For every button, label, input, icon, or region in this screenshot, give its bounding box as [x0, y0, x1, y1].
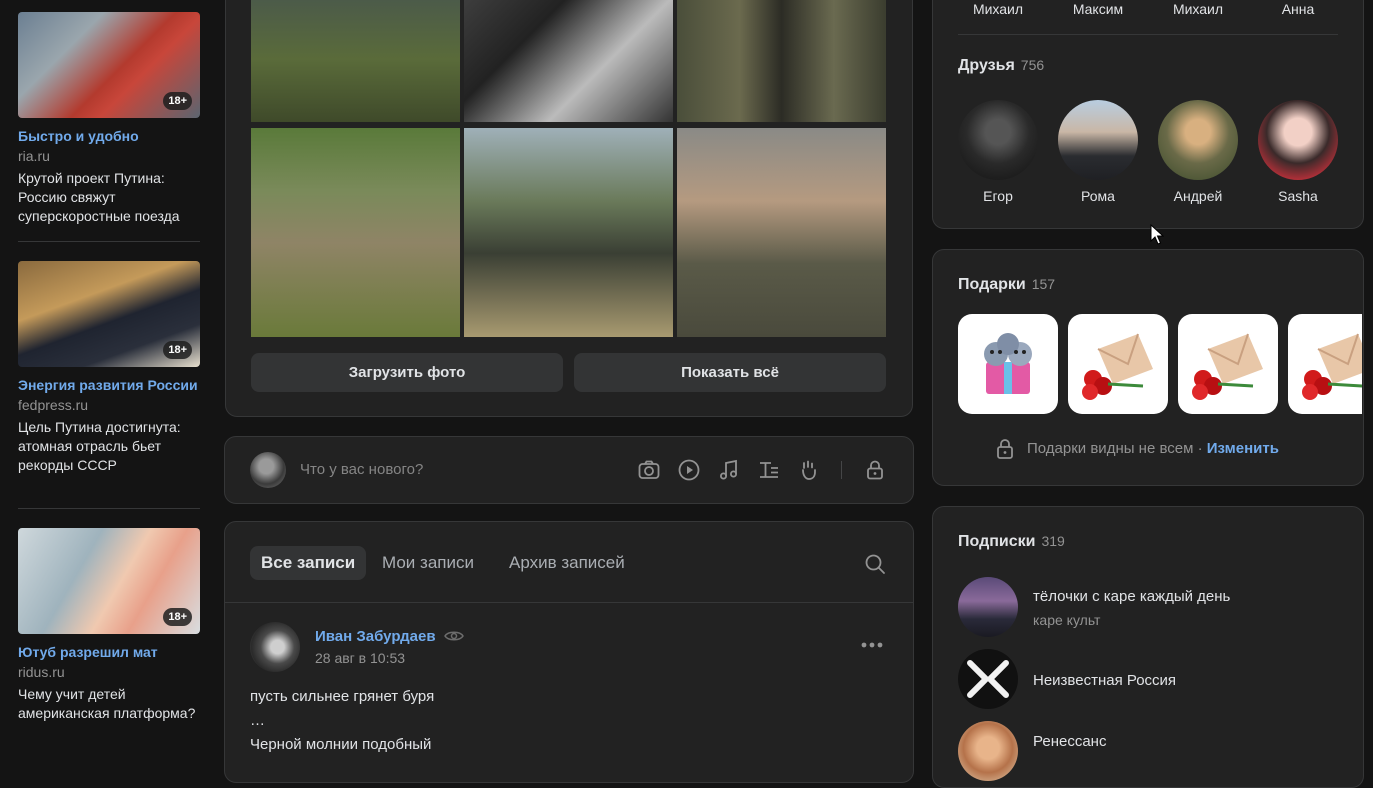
post-composer: Что у вас нового?: [224, 436, 914, 504]
post-author-name[interactable]: Иван Забурдаев: [315, 628, 436, 645]
friends-count: 756: [1020, 57, 1045, 73]
wall-card: Все записи Мои записи Архив записей Иван…: [224, 521, 914, 783]
gift-item[interactable]: [1068, 314, 1168, 414]
subscription-avatar[interactable]: [958, 721, 1018, 781]
news-title[interactable]: Быстро и удобно: [18, 127, 200, 146]
video-icon[interactable]: [677, 458, 701, 482]
divider: [18, 508, 200, 509]
friend-name[interactable]: Анна: [1248, 1, 1348, 17]
news-title[interactable]: Энергия развития России: [18, 376, 200, 395]
age-badge: 18+: [163, 92, 192, 110]
post-line: пусть сильнее грянет буря: [250, 688, 435, 705]
news-source: ridus.ru: [18, 664, 65, 680]
section-title[interactable]: Подписки: [958, 533, 1035, 550]
section-title[interactable]: Друзья: [958, 57, 1015, 74]
friend-name[interactable]: Sasha: [1248, 188, 1348, 204]
lock-icon[interactable]: [863, 458, 887, 482]
gift-envelope-icon: [1082, 333, 1153, 400]
subscriptions-card: Подписки 319 тёлочки с каре каждый день к…: [932, 506, 1364, 788]
gift-item[interactable]: [1178, 314, 1278, 414]
friends-title[interactable]: Друзья 756: [958, 57, 1044, 75]
divider: [225, 602, 913, 603]
photo-thumbnail[interactable]: [464, 128, 673, 337]
age-badge: 18+: [163, 341, 192, 359]
news-item[interactable]: 18+ Ютуб разрешил мат ridus.ru Чему учит…: [18, 528, 200, 723]
friend-avatar[interactable]: [1258, 100, 1338, 180]
news-text[interactable]: Крутой проект Путина: Россию свяжут супе…: [18, 169, 200, 226]
news-source: ria.ru: [18, 148, 50, 164]
friend-avatar[interactable]: [1158, 100, 1238, 180]
friend-name[interactable]: Максим: [1048, 1, 1148, 17]
subscription-name[interactable]: тёлочки с каре каждый день: [1033, 588, 1230, 605]
subscription-name[interactable]: Неизвестная Россия: [1033, 672, 1176, 689]
friend-name[interactable]: Рома: [1048, 188, 1148, 204]
photo-thumbnail[interactable]: [464, 0, 673, 122]
gift-item[interactable]: [958, 314, 1058, 414]
gift-envelope-icon: [1302, 333, 1362, 400]
subscription-avatar[interactable]: [958, 577, 1018, 637]
gifts-note-text: Подарки видны не всем ·: [1027, 440, 1203, 457]
show-all-button[interactable]: Показать всё: [574, 353, 886, 392]
post-line: Черной молнии подобный: [250, 736, 432, 753]
gift-item[interactable]: [1288, 314, 1362, 414]
tab-my-posts[interactable]: Мои записи: [371, 546, 485, 580]
friend-name[interactable]: Егор: [948, 188, 1048, 204]
friend-name[interactable]: Андрей: [1148, 188, 1248, 204]
news-image[interactable]: 18+: [18, 261, 200, 367]
photo-thumbnail[interactable]: [251, 128, 460, 337]
composer-input[interactable]: Что у вас нового?: [300, 461, 423, 478]
age-badge: 18+: [163, 608, 192, 626]
tab-all-posts[interactable]: Все записи: [250, 546, 367, 580]
post-author[interactable]: Иван Забурдаев: [315, 628, 464, 645]
friend-name[interactable]: Михаил: [1148, 1, 1248, 17]
post-line: …: [250, 712, 265, 729]
avatar[interactable]: [250, 622, 300, 672]
eye-icon: [443, 631, 464, 641]
change-link[interactable]: Изменить: [1207, 440, 1279, 457]
divider: [18, 241, 200, 242]
news-item[interactable]: 18+ Быстро и удобно ria.ru Крутой проект…: [18, 12, 200, 226]
subscription-avatar[interactable]: [958, 649, 1018, 709]
gift-envelope-icon: [1192, 333, 1263, 400]
news-text[interactable]: Цель Путина достигнута: атомная отрасль …: [18, 418, 200, 475]
news-title[interactable]: Ютуб разрешил мат: [18, 643, 200, 662]
news-image[interactable]: 18+: [18, 12, 200, 118]
subscriptions-count: 319: [1041, 533, 1065, 549]
post-date[interactable]: 28 авг в 10:53: [315, 650, 405, 666]
subscription-desc: каре культ: [1033, 612, 1101, 628]
photo-thumbnail[interactable]: [251, 0, 460, 122]
avatar[interactable]: [250, 452, 286, 488]
subscriptions-title[interactable]: Подписки 319: [958, 533, 1065, 551]
gift-cats-icon: [984, 333, 1032, 394]
upload-photo-button[interactable]: Загрузить фото: [251, 353, 563, 392]
divider: [841, 461, 842, 479]
friend-avatar[interactable]: [958, 100, 1038, 180]
news-text[interactable]: Чему учит детей американская платформа?: [18, 685, 200, 723]
subscription-name[interactable]: Ренессанс: [1033, 733, 1106, 750]
photo-thumbnail[interactable]: [677, 0, 886, 122]
tab-archive[interactable]: Архив записей: [498, 546, 636, 580]
clip-icon[interactable]: [797, 458, 821, 482]
brand-logo-icon: [967, 660, 1009, 698]
news-item[interactable]: 18+ Энергия развития России fedpress.ru …: [18, 261, 200, 475]
news-source: fedpress.ru: [18, 397, 89, 413]
lock-icon: [997, 439, 1013, 459]
friend-avatar[interactable]: [1058, 100, 1138, 180]
search-icon[interactable]: [864, 553, 886, 575]
photo-thumbnail[interactable]: [677, 128, 886, 337]
more-icon[interactable]: [861, 641, 883, 649]
post-text: пусть сильнее грянет буря … Черной молни…: [250, 685, 434, 757]
friend-name[interactable]: Михаил: [948, 1, 1048, 17]
camera-icon[interactable]: [637, 458, 661, 482]
photos-card: Загрузить фото Показать всё: [225, 0, 913, 417]
gifts-card: Подарки 157 Подарки видны не всем · Изме…: [932, 249, 1364, 486]
mouse-cursor-icon: [1150, 224, 1164, 245]
news-image[interactable]: 18+: [18, 528, 200, 634]
friends-card: Михаил Максим Михаил Анна Друзья 756 Егор…: [932, 0, 1364, 229]
article-icon[interactable]: [757, 458, 781, 482]
music-icon[interactable]: [717, 458, 741, 482]
gifts-privacy-note: Подарки видны не всем · Изменить: [1027, 440, 1279, 457]
divider: [958, 34, 1338, 35]
